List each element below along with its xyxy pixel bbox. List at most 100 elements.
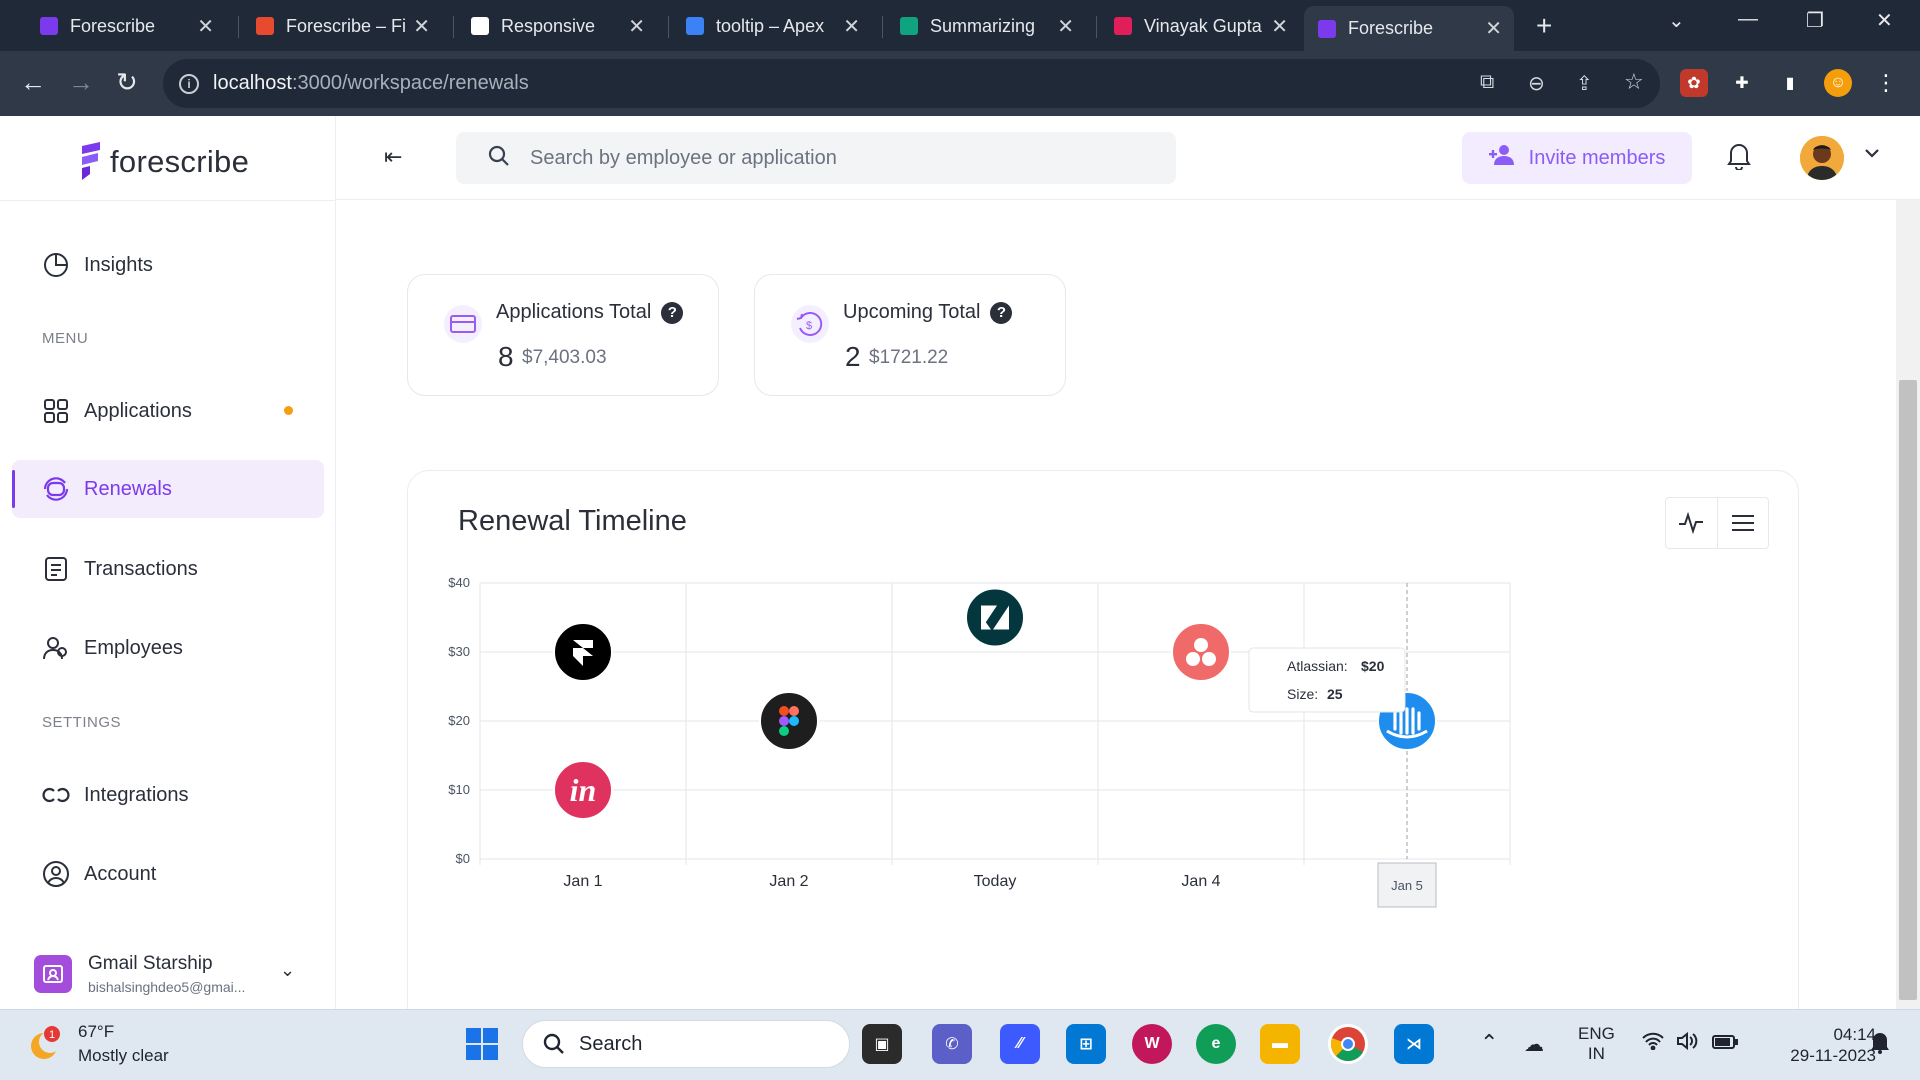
browser-tab[interactable]: Forescribe ✕ bbox=[26, 8, 226, 44]
search-input[interactable] bbox=[530, 146, 1090, 170]
file-explorer-icon[interactable]: ▬ bbox=[1260, 1024, 1300, 1064]
wps-office-icon[interactable]: W bbox=[1132, 1024, 1172, 1064]
tab-title: Forescribe bbox=[70, 15, 156, 36]
zoom-icon[interactable]: ⊖ bbox=[1528, 71, 1545, 96]
sidebar-item-transactions[interactable]: Transactions bbox=[12, 540, 324, 598]
sidebar-item-insights[interactable]: Insights bbox=[12, 236, 324, 294]
browser-tab[interactable]: Forescribe ✕ bbox=[1304, 6, 1514, 51]
tooltip-size-value: 25 bbox=[1327, 686, 1343, 702]
sidebar-item-label: Transactions bbox=[84, 557, 198, 580]
tab-search-icon[interactable]: ⌄ bbox=[1668, 8, 1685, 33]
extensions-puzzle-icon[interactable]: ✚ bbox=[1728, 69, 1756, 97]
wifi-icon[interactable] bbox=[1642, 1032, 1664, 1055]
page-scrollbar[interactable] bbox=[1896, 200, 1920, 1009]
brand-logo[interactable]: forescribe bbox=[78, 142, 249, 182]
tab-separator bbox=[882, 16, 883, 38]
side-panel-icon[interactable]: ▮ bbox=[1776, 69, 1804, 97]
notification-bell-icon[interactable] bbox=[1726, 140, 1752, 175]
weather-widget[interactable]: 1 67°F Mostly clear bbox=[24, 1022, 169, 1066]
sidebar-item-integrations[interactable]: Integrations bbox=[12, 766, 324, 824]
browser-tab[interactable]: Forescribe – Fi ✕ bbox=[242, 8, 442, 44]
sidebar-item-employees[interactable]: Employees bbox=[12, 619, 324, 677]
renew-money-icon: $ bbox=[791, 305, 829, 343]
sidebar-item-applications[interactable]: Applications bbox=[12, 382, 324, 440]
taskbar-search[interactable]: Search bbox=[522, 1020, 850, 1068]
tab-close-icon[interactable]: ✕ bbox=[1057, 14, 1074, 39]
show-hidden-icons-chevron[interactable]: ⌃ bbox=[1480, 1030, 1498, 1056]
edge-browser-icon[interactable]: e bbox=[1196, 1024, 1236, 1064]
site-info-icon[interactable]: i bbox=[179, 73, 199, 94]
browser-tab[interactable]: tooltip – Apex ✕ bbox=[672, 8, 872, 44]
battery-icon[interactable] bbox=[1712, 1034, 1738, 1054]
chevron-down-icon[interactable]: ⌄ bbox=[280, 960, 295, 981]
app-root: forescribe Insights MENU Applications Re… bbox=[0, 116, 1920, 1056]
scatter-point-invision[interactable]: in bbox=[553, 760, 613, 820]
back-button[interactable]: ← bbox=[20, 67, 46, 98]
address-bar[interactable]: i localhost:3000/workspace/renewals bbox=[163, 59, 1660, 108]
teams-chat-icon[interactable]: ✆ bbox=[932, 1024, 972, 1064]
browser-tab[interactable]: Responsive ✕ bbox=[457, 8, 657, 44]
open-in-app-icon[interactable]: ⧉ bbox=[1480, 71, 1494, 94]
user-avatar[interactable] bbox=[1800, 136, 1844, 180]
extension-icon[interactable]: ✿ bbox=[1680, 69, 1708, 97]
tab-close-icon[interactable]: ✕ bbox=[843, 14, 860, 39]
volume-icon[interactable] bbox=[1676, 1031, 1698, 1055]
close-window-button[interactable]: ✕ bbox=[1876, 8, 1893, 33]
help-icon[interactable]: ? bbox=[661, 301, 684, 324]
profile-avatar-icon[interactable]: ☺ bbox=[1824, 69, 1852, 97]
x-tick-label: Jan 2 bbox=[769, 873, 808, 890]
workspace-switcher[interactable]: Gmail Starship bishalsinghdeo5@gmai... ⌄ bbox=[34, 944, 304, 1004]
sidebar-divider bbox=[0, 200, 336, 201]
editor-app-icon[interactable]: ⁄⁄ bbox=[1000, 1024, 1040, 1064]
tab-close-icon[interactable]: ✕ bbox=[1485, 16, 1502, 41]
scatter-point-framer[interactable] bbox=[553, 622, 613, 682]
invite-members-button[interactable]: Invite members bbox=[1462, 132, 1692, 184]
vscode-icon[interactable]: ⋊ bbox=[1394, 1024, 1434, 1064]
tab-close-icon[interactable]: ✕ bbox=[628, 14, 645, 39]
url-path: :3000/workspace/renewals bbox=[291, 72, 529, 94]
x-tick-label: Today bbox=[974, 873, 1017, 890]
browser-tab-bar: Forescribe ✕ Forescribe – Fi ✕ Responsive ✕ to… bbox=[0, 0, 1920, 51]
restore-button[interactable]: ❐ bbox=[1806, 8, 1824, 33]
tab-title: Forescribe bbox=[1348, 18, 1434, 38]
tab-close-icon[interactable]: ✕ bbox=[413, 14, 430, 39]
minimize-button[interactable]: — bbox=[1738, 8, 1758, 31]
start-button[interactable] bbox=[462, 1024, 502, 1064]
chevron-down-icon[interactable] bbox=[1864, 146, 1880, 164]
bookmark-star-icon[interactable]: ☆ bbox=[1624, 69, 1644, 95]
share-icon[interactable]: ⇪ bbox=[1576, 71, 1593, 96]
language-code: ENG bbox=[1578, 1024, 1615, 1043]
tab-title: Summarizing bbox=[930, 15, 1036, 36]
card-title: Upcoming Total bbox=[843, 301, 981, 323]
language-indicator[interactable]: ENG IN bbox=[1578, 1024, 1615, 1064]
chrome-browser-icon[interactable] bbox=[1328, 1024, 1368, 1064]
tab-separator bbox=[1096, 16, 1097, 38]
help-icon[interactable]: ? bbox=[990, 301, 1013, 324]
reload-button[interactable]: ↻ bbox=[116, 67, 138, 98]
onedrive-cloud-icon[interactable]: ☁ bbox=[1524, 1032, 1544, 1057]
scatter-point-zendesk[interactable] bbox=[965, 587, 1025, 648]
weather-moon-icon: 1 bbox=[24, 1024, 64, 1064]
scatter-point-asana[interactable] bbox=[1171, 622, 1231, 682]
browser-tab[interactable]: Vinayak Gupta ✕ bbox=[1100, 8, 1300, 44]
browser-tab[interactable]: Summarizing ✕ bbox=[886, 8, 1086, 44]
sidebar-item-renewals[interactable]: Renewals bbox=[12, 460, 324, 518]
collapse-sidebar-icon[interactable]: ⇤ bbox=[384, 144, 402, 170]
tab-close-icon[interactable]: ✕ bbox=[197, 14, 214, 39]
task-view-icon[interactable]: ▣ bbox=[862, 1024, 902, 1064]
tab-close-icon[interactable]: ✕ bbox=[1271, 14, 1288, 39]
new-tab-button[interactable]: + bbox=[1536, 10, 1552, 42]
card-amount: $1721.22 bbox=[869, 347, 949, 368]
store-icon[interactable]: ⊞ bbox=[1066, 1024, 1106, 1064]
scatter-point-figma[interactable] bbox=[759, 691, 819, 751]
notification-center-icon[interactable] bbox=[1870, 1030, 1890, 1059]
forward-button[interactable]: → bbox=[68, 67, 94, 98]
search-box[interactable] bbox=[456, 132, 1176, 184]
clock[interactable]: 04:14 29-11-2023 bbox=[1766, 1024, 1876, 1066]
scrollbar-thumb[interactable] bbox=[1899, 380, 1917, 1000]
sidebar-item-account[interactable]: Account bbox=[12, 845, 324, 903]
weather-temp: 67°F bbox=[78, 1022, 115, 1041]
y-tick-label: $0 bbox=[456, 851, 470, 866]
browser-menu-icon[interactable]: ⋮ bbox=[1872, 69, 1900, 97]
svg-text:$: $ bbox=[806, 320, 812, 332]
